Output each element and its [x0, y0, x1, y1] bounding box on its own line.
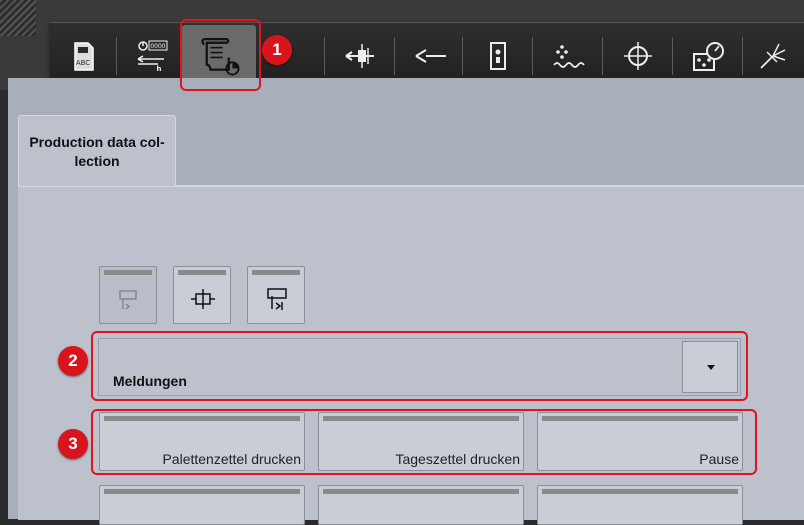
dashboard-gauge-icon	[693, 42, 724, 71]
toolbar-separator	[742, 37, 743, 75]
svg-text:ABC: ABC	[76, 59, 90, 67]
toolbar-mold-button[interactable]	[470, 29, 526, 83]
toolbar-separator	[324, 37, 325, 75]
step-end-button[interactable]	[247, 266, 305, 324]
mold-open-icon	[490, 42, 506, 70]
annotation-badge-2: 2	[58, 346, 88, 376]
toolbar-separator	[672, 37, 673, 75]
step-in-button[interactable]	[99, 266, 157, 324]
center-position-button[interactable]	[173, 266, 231, 324]
svg-text:0000: 0000	[150, 43, 165, 50]
toolbar-ejector-button[interactable]	[332, 29, 388, 83]
toolbar-heating-button[interactable]	[540, 29, 596, 83]
step-end-icon	[267, 288, 287, 310]
svg-text:h: h	[157, 65, 162, 73]
button-strip	[252, 270, 300, 275]
action-button[interactable]	[537, 485, 743, 525]
highlight-box-1	[180, 19, 261, 91]
tab-label-line2: lection	[74, 152, 120, 169]
toolbar-light-button[interactable]	[748, 29, 798, 83]
annotation-badge-3: 3	[58, 429, 88, 459]
tab-label-line1: Production data col-	[29, 133, 165, 150]
button-strip	[542, 489, 738, 494]
target-crosshair-icon	[624, 42, 652, 70]
heating-icon	[553, 45, 585, 68]
tab-production-data-collection[interactable]: Production data col- lection	[18, 115, 176, 187]
button-strip	[104, 489, 300, 494]
toolbar-target-button[interactable]	[610, 29, 666, 83]
injection-nozzle-icon	[415, 49, 446, 63]
action-button[interactable]	[99, 485, 305, 525]
toolbar-injection-button[interactable]	[402, 29, 458, 83]
toolbar-separator	[116, 37, 117, 75]
highlight-box-3	[91, 409, 757, 475]
toolbar-dashboard-button[interactable]	[680, 29, 736, 83]
button-strip	[323, 489, 519, 494]
toolbar-sd-card-button[interactable]: ABC	[58, 29, 108, 83]
toolbar-separator	[394, 37, 395, 75]
center-position-icon	[191, 289, 215, 309]
highlight-box-2	[91, 331, 748, 401]
move-ejector-icon	[345, 44, 374, 68]
button-strip	[178, 270, 226, 275]
sd-card-icon: ABC	[74, 42, 94, 71]
light-beam-icon	[760, 43, 786, 69]
toolbar-separator	[602, 37, 603, 75]
toolbar-separator	[462, 37, 463, 75]
action-button[interactable]	[318, 485, 524, 525]
toolbar-counter-button[interactable]: 0000 h	[126, 29, 178, 83]
annotation-badge-1: 1	[262, 35, 292, 65]
step-in-icon	[119, 290, 137, 310]
corner-stripes	[0, 0, 36, 36]
button-strip	[104, 270, 152, 275]
toolbar-separator	[532, 37, 533, 75]
counter-transfer-icon: 0000 h	[137, 40, 168, 73]
